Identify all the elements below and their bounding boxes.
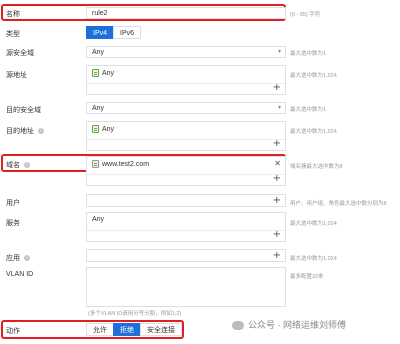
service-entry: Any (92, 216, 105, 223)
type-segmented: IPv4 IPv6 (86, 26, 142, 39)
domain-entry: www.test2.com (92, 160, 149, 168)
user-box[interactable]: + (86, 194, 286, 207)
divider (87, 139, 285, 140)
plus-icon[interactable]: + (273, 83, 281, 93)
action-label: 动作 (6, 328, 20, 335)
wechat-icon (232, 321, 244, 331)
dst-zone-label: 目的安全域 (6, 107, 41, 114)
app-label: 应用 i (6, 253, 30, 263)
info-icon[interactable]: i (24, 162, 30, 169)
app-hint: 最大选中数为1,024 (290, 256, 337, 262)
plus-icon[interactable]: + (273, 251, 281, 261)
user-label: 用户 (6, 200, 20, 207)
close-icon[interactable]: ✕ (274, 159, 281, 168)
plus-icon[interactable]: + (273, 230, 281, 240)
divider (87, 230, 285, 231)
info-icon[interactable]: i (24, 255, 30, 262)
chevron-down-icon: ▾ (277, 104, 281, 111)
action-segmented: 允许 拒绝 安全连接 (86, 323, 182, 336)
vlan-label: VLAN ID (6, 271, 34, 278)
service-label: 服务 (6, 220, 20, 227)
src-zone-value: Any (92, 49, 105, 56)
type-option-ipv4[interactable]: IPv4 (86, 26, 115, 39)
dst-addr-hint: 最大选中数为1,024 (290, 129, 337, 135)
name-label: 名称 (6, 11, 20, 18)
name-value: rule2 (92, 10, 108, 17)
src-addr-box[interactable]: Any + (86, 65, 286, 95)
watermark: 公众号 · 网络运维刘师傅 (232, 318, 346, 331)
app-box[interactable]: + (86, 249, 286, 262)
src-addr-hint: 最大选中数为1,024 (290, 73, 337, 79)
address-object-icon (92, 125, 99, 133)
name-input[interactable]: rule2 (86, 7, 286, 19)
action-option-secure-connect[interactable]: 安全连接 (140, 323, 182, 336)
domain-hint: 域名簇最大选中数为8 (290, 164, 343, 170)
divider (87, 174, 285, 175)
vlan-textarea[interactable] (86, 267, 286, 307)
domain-label: 域名 i (6, 160, 30, 170)
src-zone-label: 源安全域 (6, 50, 34, 57)
dst-addr-label: 目的地址 i (6, 126, 44, 136)
plus-icon[interactable]: + (273, 139, 281, 149)
vlan-hint: 最多配置32条 (290, 274, 324, 280)
src-zone-hint: 最大选中数为1 (290, 51, 327, 57)
chevron-down-icon: ▾ (277, 48, 281, 55)
name-hint: (0 - 95) 字符 (290, 12, 321, 18)
address-object-icon (92, 69, 99, 77)
dst-zone-select[interactable]: Any ▾ (86, 102, 286, 114)
dst-zone-hint: 最大选中数为1 (290, 107, 327, 113)
service-box[interactable]: Any + (86, 212, 286, 242)
plus-icon[interactable]: + (273, 174, 281, 184)
action-option-deny[interactable]: 拒绝 (113, 323, 141, 336)
action-option-permit[interactable]: 允许 (86, 323, 114, 336)
vlan-footnote: (多个VLAN ID请用分号分割，例如1;2) (88, 311, 182, 317)
user-hint: 用户、用户组、角色最大选中数分别为8 (290, 201, 387, 207)
type-label: 类型 (6, 31, 20, 38)
dst-addr-box[interactable]: Any + (86, 121, 286, 151)
divider (87, 83, 285, 84)
src-addr-label: 源地址 (6, 72, 27, 79)
dst-addr-entry: Any (92, 125, 114, 133)
domain-box[interactable]: www.test2.com ✕ + (86, 156, 286, 186)
dst-zone-value: Any (92, 105, 105, 112)
info-icon[interactable]: i (38, 128, 44, 135)
plus-icon[interactable]: + (273, 196, 281, 206)
service-hint: 最大选中数为1,024 (290, 221, 337, 227)
src-addr-entry: Any (92, 69, 114, 77)
type-option-ipv6[interactable]: IPv6 (113, 26, 142, 39)
domain-object-icon (92, 160, 99, 168)
src-zone-select[interactable]: Any ▾ (86, 46, 286, 58)
